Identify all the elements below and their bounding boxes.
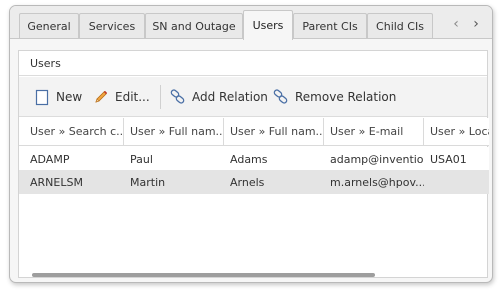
cell-location: USA01 <box>430 152 467 166</box>
cell-last-name: Adams <box>230 152 268 166</box>
pencil-icon <box>92 88 110 106</box>
new-button-label: New <box>56 90 83 104</box>
cell-location <box>424 170 489 194</box>
tab-scroll-right-icon[interactable]: › <box>468 15 484 33</box>
panel-title: Users <box>19 51 487 76</box>
tab-users[interactable]: Users <box>243 10 293 40</box>
users-toolbar: New Edit... Add Relation Remove Relation <box>19 77 487 117</box>
tab-services[interactable]: Services <box>79 13 145 39</box>
column-header-first-name[interactable]: User » Full nam... <box>124 118 224 145</box>
remove-relation-label: Remove Relation <box>295 90 397 104</box>
horizontal-scrollbar[interactable] <box>32 273 375 277</box>
tab-parent-cis[interactable]: Parent CIs <box>293 13 367 39</box>
tab-strip: General Services SN and Outage Users Par… <box>10 6 492 40</box>
column-header-search-code[interactable]: User » Search c... <box>19 118 124 145</box>
tab-general[interactable]: General <box>19 13 79 39</box>
table-header: User » Search c... User » Full nam... Us… <box>19 118 489 146</box>
column-header-location[interactable]: User » Location <box>424 118 489 145</box>
tab-sn-and-outage[interactable]: SN and Outage <box>145 13 243 39</box>
cell-search-code: ADAMP <box>30 152 70 166</box>
users-panel: Users New Edit... Add Relation Remove Re… <box>18 50 489 278</box>
edit-button-label: Edit... <box>115 90 150 104</box>
tab-scroll-left-icon[interactable]: ‹ <box>448 15 464 33</box>
table-row[interactable]: ARNELSM Martin Arnels m.arnels@hpov.... <box>19 170 489 194</box>
column-header-last-name[interactable]: User » Full nam... <box>224 118 324 145</box>
add-relation-button[interactable]: Add Relation <box>169 85 268 109</box>
tab-child-cis[interactable]: Child CIs <box>367 13 433 39</box>
ci-details-window: General Services SN and Outage Users Par… <box>9 5 493 283</box>
cell-first-name: Paul <box>130 152 153 166</box>
cell-search-code: ARNELSM <box>30 175 83 189</box>
toolbar-separator <box>160 85 161 109</box>
table-row[interactable]: ADAMP Paul Adams adamp@inventio... USA01 <box>19 147 489 171</box>
cell-email: adamp@inventio... <box>330 152 424 166</box>
remove-relation-button[interactable]: Remove Relation <box>272 85 396 109</box>
new-button[interactable]: New <box>33 85 82 109</box>
link-remove-icon <box>272 88 290 106</box>
cell-first-name: Martin <box>130 175 166 189</box>
add-relation-label: Add Relation <box>192 90 268 104</box>
cell-last-name: Arnels <box>230 175 265 189</box>
new-document-icon <box>33 88 51 106</box>
link-add-icon <box>169 88 187 106</box>
cell-email: m.arnels@hpov.... <box>330 175 424 189</box>
column-header-email[interactable]: User » E-mail <box>324 118 424 145</box>
edit-button[interactable]: Edit... <box>92 85 150 109</box>
